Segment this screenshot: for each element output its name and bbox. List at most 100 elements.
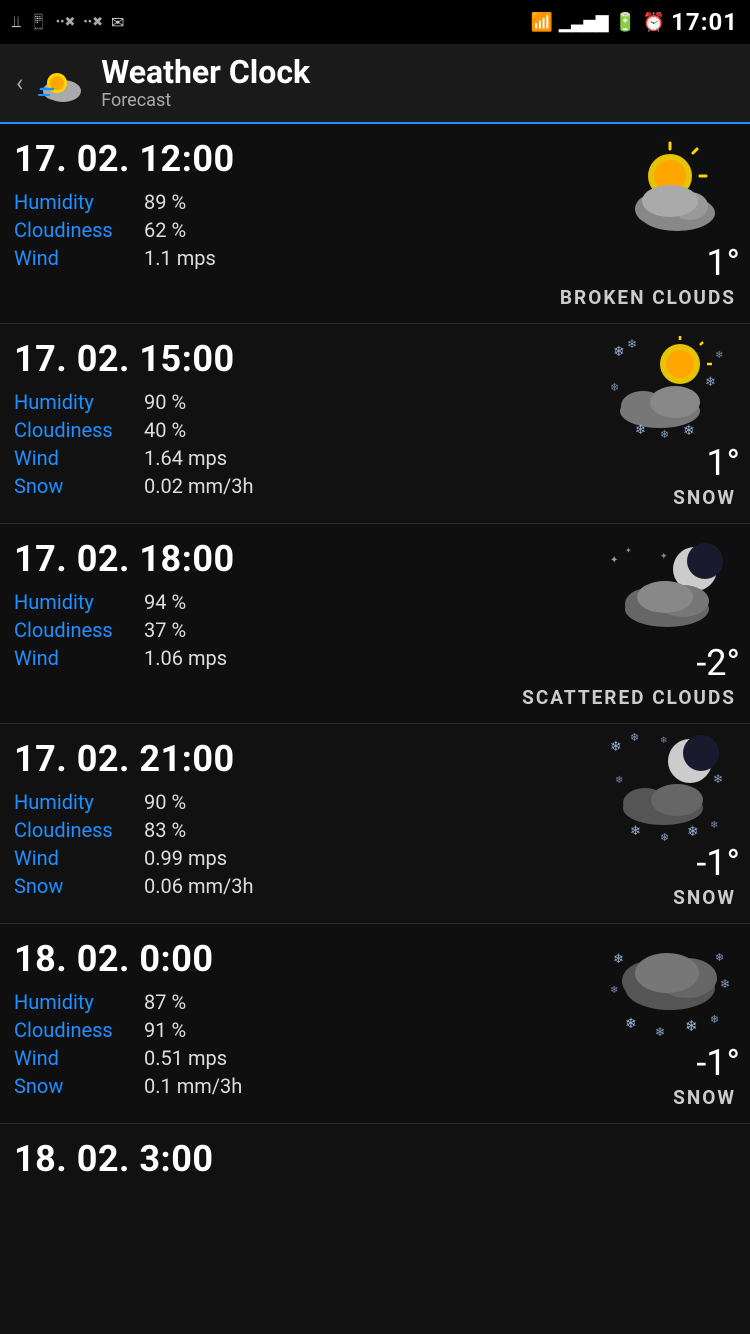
cloudiness-label-f3: Cloudiness — [14, 618, 144, 642]
wind-value-f5: 0.51 mps — [144, 1046, 227, 1070]
humidity-label-f1: Humidity — [14, 190, 144, 214]
weather-stats-f5: Humidity 87 % Cloudiness 91 % Wind 0.51 … — [14, 990, 411, 1098]
wind-label-f3: Wind — [14, 646, 144, 670]
svg-text:❄: ❄ — [660, 736, 668, 746]
cell-signal-icon: ▁▃▅▇ — [559, 13, 608, 32]
svg-text:❄: ❄ — [627, 337, 637, 351]
condition-label-f4: SNOW — [673, 886, 736, 909]
cloudiness-label-f4: Cloudiness — [14, 818, 144, 842]
temperature-f3: -2° — [696, 642, 740, 684]
notification-icon: 📱 — [29, 13, 48, 31]
snow-label-f5: Snow — [14, 1074, 144, 1098]
app-title: Weather Clock — [101, 55, 310, 90]
wind-row-f2: Wind 1.64 mps — [14, 446, 411, 470]
battery-icon: 🔋 — [614, 12, 636, 33]
app-title-block: Weather Clock Forecast — [101, 55, 310, 111]
temperature-f2: 1° — [706, 442, 740, 484]
svg-text:❄: ❄ — [660, 428, 669, 441]
cloudiness-label-f1: Cloudiness — [14, 218, 144, 242]
humidity-row-f1: Humidity 89 % — [14, 190, 411, 214]
weather-stats-f1: Humidity 89 % Cloudiness 62 % Wind 1.1 m… — [14, 190, 411, 270]
forecast-container: 17. 02. 12:00 Humidity 89 % Cloudiness 6… — [0, 124, 750, 1204]
svg-text:✦: ✦ — [625, 546, 632, 555]
forecast-card-f2: 17. 02. 15:00 Humidity 90 % Cloudiness 4… — [0, 324, 750, 524]
app-subtitle: Forecast — [101, 90, 310, 111]
svg-text:❄: ❄ — [713, 772, 723, 786]
svg-text:❄: ❄ — [610, 739, 622, 755]
svg-text:❄: ❄ — [715, 951, 724, 964]
humidity-row-f4: Humidity 90 % — [14, 790, 411, 814]
humidity-value-f1: 89 % — [144, 190, 186, 214]
temperature-f4: -1° — [696, 842, 740, 884]
condition-label-f2: SNOW — [673, 486, 736, 509]
svg-text:❄: ❄ — [610, 985, 618, 996]
forecast-right-f1: 1° — [600, 138, 740, 284]
app-icon — [35, 57, 87, 109]
status-icons-right: 📶 ▁▃▅▇ 🔋 ⏰ 17:01 — [531, 8, 738, 36]
svg-text:❄: ❄ — [715, 350, 723, 361]
forecast-card-f3: 17. 02. 18:00 Humidity 94 % Cloudiness 3… — [0, 524, 750, 724]
snow-row-f4: Snow 0.06 mm/3h — [14, 874, 411, 898]
temperature-f5: -1° — [696, 1042, 740, 1084]
weather-icon-f4: ❄ ❄ ❄ ❄ ❄ ❄ ❄ ❄ ❄ — [600, 738, 740, 838]
weather-icon-f5: ❄ ❄ ❄ ❄ ❄ ❄ ❄ ❄ — [600, 938, 740, 1038]
snow-value-f4: 0.06 mm/3h — [144, 874, 254, 898]
snow-row-f2: Snow 0.02 mm/3h — [14, 474, 411, 498]
wind-value-f2: 1.64 mps — [144, 446, 227, 470]
snow-row-f5: Snow 0.1 mm/3h — [14, 1074, 411, 1098]
svg-text:❄: ❄ — [625, 1016, 637, 1032]
status-icons-left: ⫫ 📱 ••✖ ••✖ ✉ — [12, 12, 124, 32]
svg-text:✦: ✦ — [660, 552, 668, 562]
forecast-card-f1: 17. 02. 12:00 Humidity 89 % Cloudiness 6… — [0, 124, 750, 324]
snow-label-f2: Snow — [14, 474, 144, 498]
humidity-value-f5: 87 % — [144, 990, 186, 1014]
weather-icon-f2: ❄ ❄ ❄ ❄ ❄ ❄ ❄ ❄ — [600, 338, 740, 438]
forecast-right-f3: ✦ ✦ ✦ -2° — [600, 538, 740, 684]
humidity-row-f2: Humidity 90 % — [14, 390, 411, 414]
temperature-f1: 1° — [706, 242, 740, 284]
humidity-value-f3: 94 % — [144, 590, 186, 614]
status-time: 17:01 — [671, 8, 738, 36]
wind-row-f4: Wind 0.99 mps — [14, 846, 411, 870]
cloudiness-value-f3: 37 % — [144, 618, 186, 642]
humidity-row-f3: Humidity 94 % — [14, 590, 411, 614]
svg-text:❄: ❄ — [687, 824, 699, 840]
svg-text:❄: ❄ — [630, 824, 641, 839]
condition-label-f1: BROKEN CLOUDS — [560, 286, 736, 309]
back-button[interactable]: ‹ — [16, 69, 23, 97]
cloudiness-row-f1: Cloudiness 62 % — [14, 218, 411, 242]
forecast-time-f6: 18. 02. 3:00 — [14, 1138, 736, 1180]
wind-value-f3: 1.06 mps — [144, 646, 227, 670]
email-icon: ✉ — [111, 13, 124, 32]
wifi-icon: 📶 — [531, 12, 553, 33]
cloudiness-value-f2: 40 % — [144, 418, 186, 442]
weather-icon-f3: ✦ ✦ ✦ — [600, 538, 740, 638]
svg-text:❄: ❄ — [710, 820, 718, 831]
humidity-label-f4: Humidity — [14, 790, 144, 814]
svg-text:❄: ❄ — [683, 423, 695, 439]
svg-text:❄: ❄ — [610, 381, 619, 394]
humidity-label-f2: Humidity — [14, 390, 144, 414]
wind-row-f5: Wind 0.51 mps — [14, 1046, 411, 1070]
wind-label-f5: Wind — [14, 1046, 144, 1070]
forecast-right-f4: ❄ ❄ ❄ ❄ ❄ ❄ ❄ ❄ ❄ -1° — [600, 738, 740, 884]
condition-label-f5: SNOW — [673, 1086, 736, 1109]
cloudiness-row-f4: Cloudiness 83 % — [14, 818, 411, 842]
humidity-value-f2: 90 % — [144, 390, 186, 414]
cloudiness-value-f4: 83 % — [144, 818, 186, 842]
app-header: ‹ Weather Clock Forecast — [0, 44, 750, 124]
humidity-label-f5: Humidity — [14, 990, 144, 1014]
cloudiness-value-f1: 62 % — [144, 218, 186, 242]
wind-row-f1: Wind 1.1 mps — [14, 246, 411, 270]
weather-icon-f1 — [600, 138, 740, 238]
snow-value-f5: 0.1 mm/3h — [144, 1074, 242, 1098]
usb-icon: ⫫ — [12, 12, 21, 32]
svg-text:❄: ❄ — [655, 1025, 665, 1039]
signal-x2-icon: ••✖ — [83, 15, 103, 30]
humidity-value-f4: 90 % — [144, 790, 186, 814]
forecast-card-f6: 18. 02. 3:00 — [0, 1124, 750, 1204]
svg-text:❄: ❄ — [613, 952, 624, 967]
cloudiness-row-f2: Cloudiness 40 % — [14, 418, 411, 442]
svg-text:❄: ❄ — [720, 977, 730, 991]
svg-text:✦: ✦ — [610, 555, 618, 566]
